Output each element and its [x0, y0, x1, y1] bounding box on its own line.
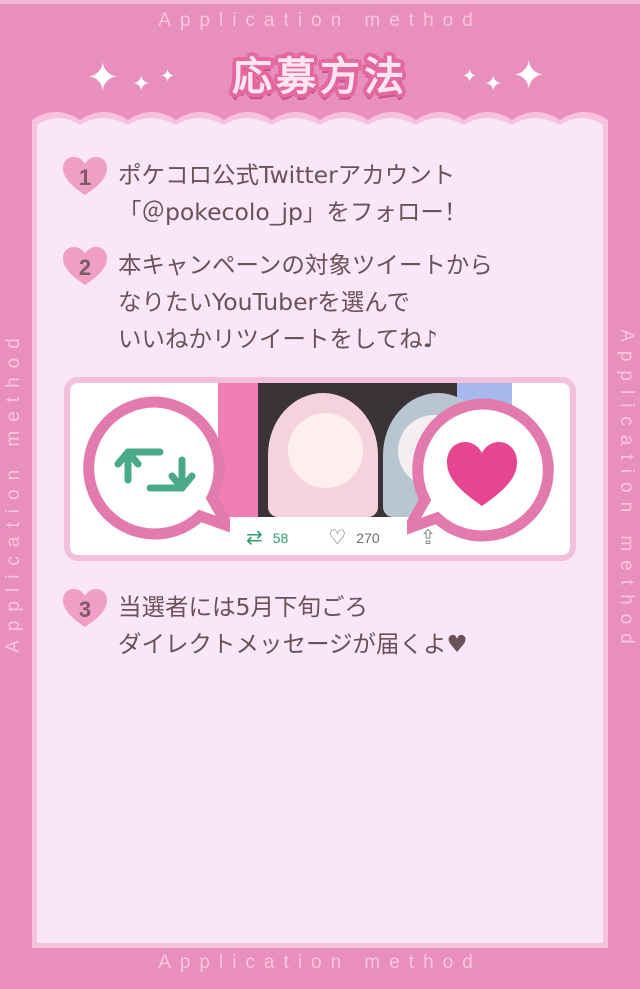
top-border-line [0, 0, 640, 4]
retweet-action[interactable]: ⇄ 58 [246, 525, 288, 550]
step-text: 当選者には5月下旬ごろ ダイレクトメッセージが届くよ♥ [118, 589, 468, 663]
step-1: 1 ポケコロ公式Twitterアカウント 「＠pokecolo_jp」をフォロー… [62, 157, 467, 231]
step-2: 2 本キャンペーンの対象ツイートから なりたいYouTuberを選んで いいねか… [62, 247, 493, 358]
page-title: 応募方法 [232, 54, 408, 100]
step-line: いいねかリツイートをしてね♪ [118, 325, 438, 353]
border-text-left: Application method [3, 329, 24, 653]
step-number-badge: 1 [62, 157, 108, 197]
step-line: 「＠pokecolo_jp」をフォロー！ [118, 198, 468, 226]
step-number: 1 [78, 165, 92, 190]
sparkle-icon: ✦ [484, 72, 503, 97]
step-line: 当選者には5月下旬ごろ [118, 593, 368, 621]
step-number: 3 [78, 597, 92, 622]
border-text-right: Application method [616, 329, 637, 653]
retweet-icon: ⇄ [246, 527, 263, 549]
retweet-bubble[interactable] [80, 394, 230, 544]
step-text: 本キャンペーンの対象ツイートから なりたいYouTuberを選んで いいねかリツ… [118, 247, 493, 358]
sparkle-icon: ✦ [86, 55, 120, 101]
border-text-top: Application method [158, 10, 482, 31]
border-text-bottom: Application method [158, 952, 482, 973]
step-line: ダイレクトメッセージが届くよ♥ [118, 630, 468, 658]
step-text: ポケコロ公式Twitterアカウント 「＠pokecolo_jp」をフォロー！ [118, 157, 467, 231]
sparkle-icon: ✦ [512, 53, 546, 99]
step-line: 本キャンペーンの対象ツイートから [118, 251, 493, 279]
step-number-badge: 3 [62, 589, 108, 629]
sparkle-icon: ✦ [160, 66, 176, 87]
heart-outline-icon: ♡ [328, 527, 347, 549]
like-bubble[interactable] [407, 396, 557, 546]
step-3: 3 当選者には5月下旬ごろ ダイレクトメッセージが届くよ♥ [62, 589, 468, 663]
step-line: ポケコロ公式Twitterアカウント [118, 161, 456, 189]
like-count: 270 [356, 529, 380, 546]
sparkle-icon: ✦ [132, 72, 151, 97]
like-action[interactable]: ♡ 270 [328, 525, 379, 550]
sparkle-icon: ✦ [462, 66, 478, 87]
scallop-edge [32, 112, 608, 134]
step-line: なりたいYouTuberを選んで [118, 288, 411, 316]
step-number-badge: 2 [62, 247, 108, 287]
step-number: 2 [78, 255, 92, 280]
page-frame: Application method Application method Ap… [0, 0, 640, 989]
retweet-count: 58 [272, 529, 289, 546]
